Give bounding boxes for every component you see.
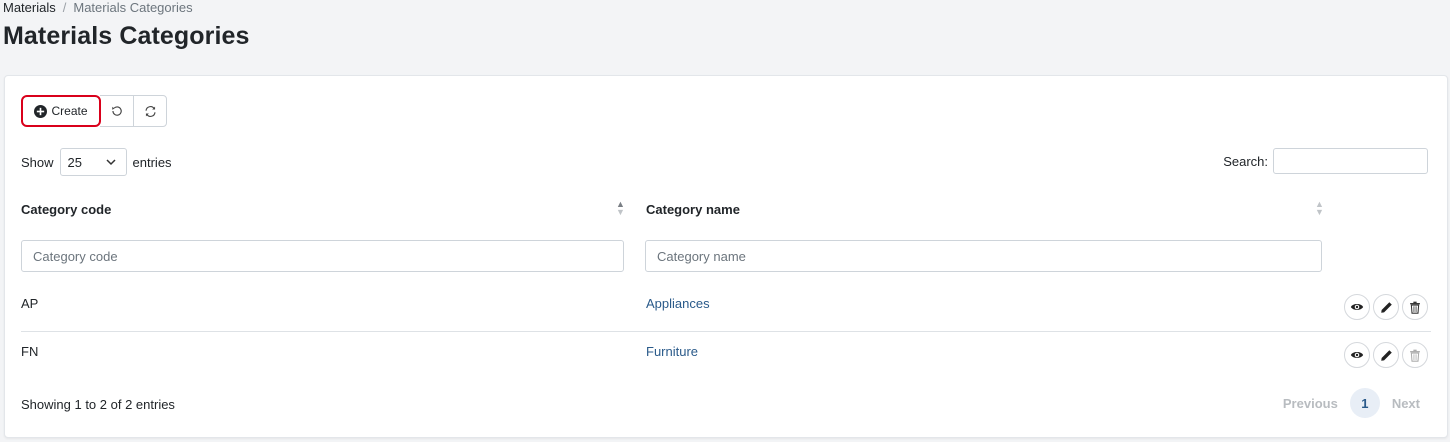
breadcrumb-current: Materials Categories xyxy=(73,0,193,15)
pagination: Previous 1 Next xyxy=(1275,388,1428,418)
categories-card: Create Show 25 entries Search: Category … xyxy=(4,75,1448,438)
page-1-button[interactable]: 1 xyxy=(1349,388,1380,418)
row-actions xyxy=(1344,294,1428,320)
previous-page-button[interactable]: Previous xyxy=(1275,396,1346,411)
entries-select-value: 25 xyxy=(67,154,82,170)
show-label: Show xyxy=(21,154,54,170)
sort-both-icon[interactable]: ▲ ▼ xyxy=(1315,200,1324,217)
category-code-filter-placeholder: Category code xyxy=(33,248,118,264)
entries-label: entries xyxy=(132,154,172,170)
length-control: Show 25 entries xyxy=(21,148,172,176)
table-row-name-link[interactable]: Appliances xyxy=(646,296,710,311)
entries-select[interactable]: 25 xyxy=(59,148,127,176)
pencil-icon xyxy=(1380,349,1392,361)
search-input[interactable] xyxy=(1273,148,1428,174)
search-label: Search: xyxy=(1223,153,1268,169)
reload-button[interactable] xyxy=(133,95,167,127)
table-row-code: FN xyxy=(21,344,39,359)
trash-icon xyxy=(1410,301,1420,314)
table-info: Showing 1 to 2 of 2 entries xyxy=(21,397,175,412)
page-title: Materials Categories xyxy=(3,22,250,50)
column-header-category-code[interactable]: Category code xyxy=(21,202,111,217)
reset-button[interactable] xyxy=(100,95,134,127)
next-page-button[interactable]: Next xyxy=(1384,396,1428,411)
table-row-name-link[interactable]: Furniture xyxy=(646,344,698,359)
category-name-filter-placeholder: Category name xyxy=(657,248,746,264)
toolbar: Create xyxy=(21,95,167,127)
trash-icon xyxy=(1410,349,1420,362)
column-header-category-name[interactable]: Category name xyxy=(646,202,740,217)
delete-button[interactable] xyxy=(1402,294,1428,320)
sort-asc-icon[interactable]: ▲ ▼ xyxy=(616,200,625,217)
edit-button[interactable] xyxy=(1373,294,1399,320)
create-button[interactable]: Create xyxy=(21,95,101,127)
delete-button-disabled xyxy=(1402,342,1428,368)
breadcrumb-separator: / xyxy=(62,0,67,15)
row-divider xyxy=(21,331,1431,332)
view-button[interactable] xyxy=(1344,294,1370,320)
eye-icon xyxy=(1350,352,1364,358)
plus-circle-icon xyxy=(34,104,48,118)
table-row-code: AP xyxy=(21,296,39,311)
edit-button[interactable] xyxy=(1373,342,1399,368)
eye-icon xyxy=(1350,304,1364,310)
undo-icon xyxy=(111,106,122,116)
breadcrumb: Materials / Materials Categories xyxy=(3,0,193,15)
chevron-down-icon xyxy=(106,158,116,165)
category-name-filter-input[interactable]: Category name xyxy=(645,240,1322,272)
row-actions xyxy=(1344,342,1428,368)
view-button[interactable] xyxy=(1344,342,1370,368)
breadcrumb-materials-link[interactable]: Materials xyxy=(3,0,56,15)
refresh-icon xyxy=(144,105,156,117)
category-code-filter-input[interactable]: Category code xyxy=(21,240,624,272)
pencil-icon xyxy=(1380,301,1392,313)
search-control: Search: xyxy=(1223,148,1428,174)
create-button-label: Create xyxy=(51,104,88,118)
